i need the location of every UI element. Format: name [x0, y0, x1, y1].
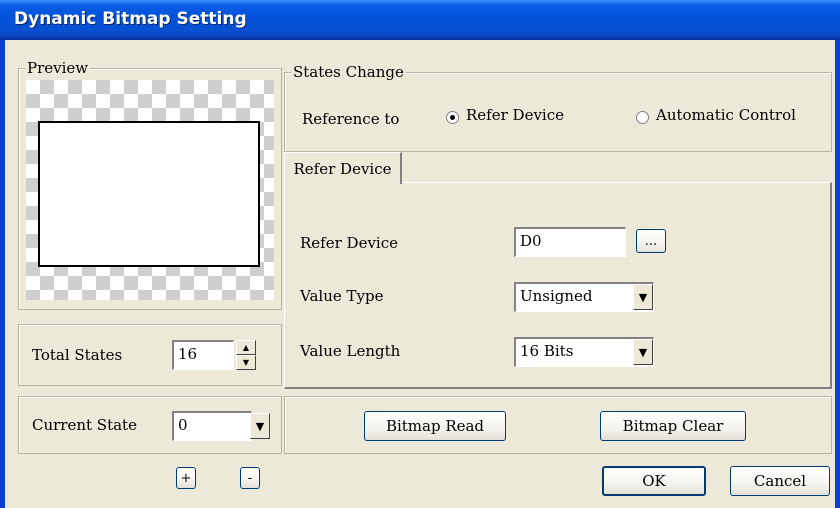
reference-to-label: Reference to: [302, 110, 400, 128]
automatic-control-radio[interactable]: [636, 111, 649, 124]
browse-device-button[interactable]: ...: [636, 229, 666, 253]
preview-legend: Preview: [25, 59, 91, 77]
title-bar[interactable]: Dynamic Bitmap Setting: [0, 0, 840, 40]
preview-bitmap-frame: [38, 121, 260, 267]
window-border-left: [0, 40, 5, 508]
add-state-button[interactable]: +: [176, 467, 196, 489]
ok-button[interactable]: OK: [602, 466, 706, 496]
spin-down-icon[interactable]: ▼: [236, 355, 256, 370]
current-state-select[interactable]: 0: [172, 411, 252, 441]
value-length-dropdown-icon[interactable]: ▼: [633, 339, 653, 365]
value-type-label: Value Type: [300, 287, 384, 305]
remove-state-button[interactable]: -: [240, 467, 260, 489]
value-length-label: Value Length: [300, 342, 401, 360]
spin-up-icon[interactable]: ▲: [236, 340, 256, 355]
window-border-right: [835, 40, 840, 508]
states-change-legend: States Change: [291, 63, 406, 81]
bitmap-clear-button[interactable]: Bitmap Clear: [600, 411, 746, 441]
refer-device-radio[interactable]: [446, 111, 459, 124]
refer-device-input[interactable]: D0: [514, 227, 626, 257]
window-title: Dynamic Bitmap Setting: [14, 9, 247, 29]
refer-device-label: Refer Device: [300, 234, 398, 252]
total-states-spinner[interactable]: ▲ ▼: [236, 340, 256, 370]
total-states-label: Total States: [32, 346, 123, 364]
tab-refer-device-label: Refer Device: [293, 159, 392, 178]
bitmap-read-button[interactable]: Bitmap Read: [364, 411, 506, 441]
cancel-button[interactable]: Cancel: [730, 466, 830, 496]
tab-refer-device[interactable]: Refer Device: [284, 152, 402, 184]
total-states-input[interactable]: 16: [172, 340, 234, 370]
refer-device-radio-label[interactable]: Refer Device: [466, 106, 564, 124]
current-state-label: Current State: [32, 416, 137, 434]
automatic-control-radio-label[interactable]: Automatic Control: [656, 106, 796, 124]
value-type-dropdown-icon[interactable]: ▼: [633, 284, 653, 310]
current-state-dropdown-icon[interactable]: ▼: [250, 413, 270, 439]
